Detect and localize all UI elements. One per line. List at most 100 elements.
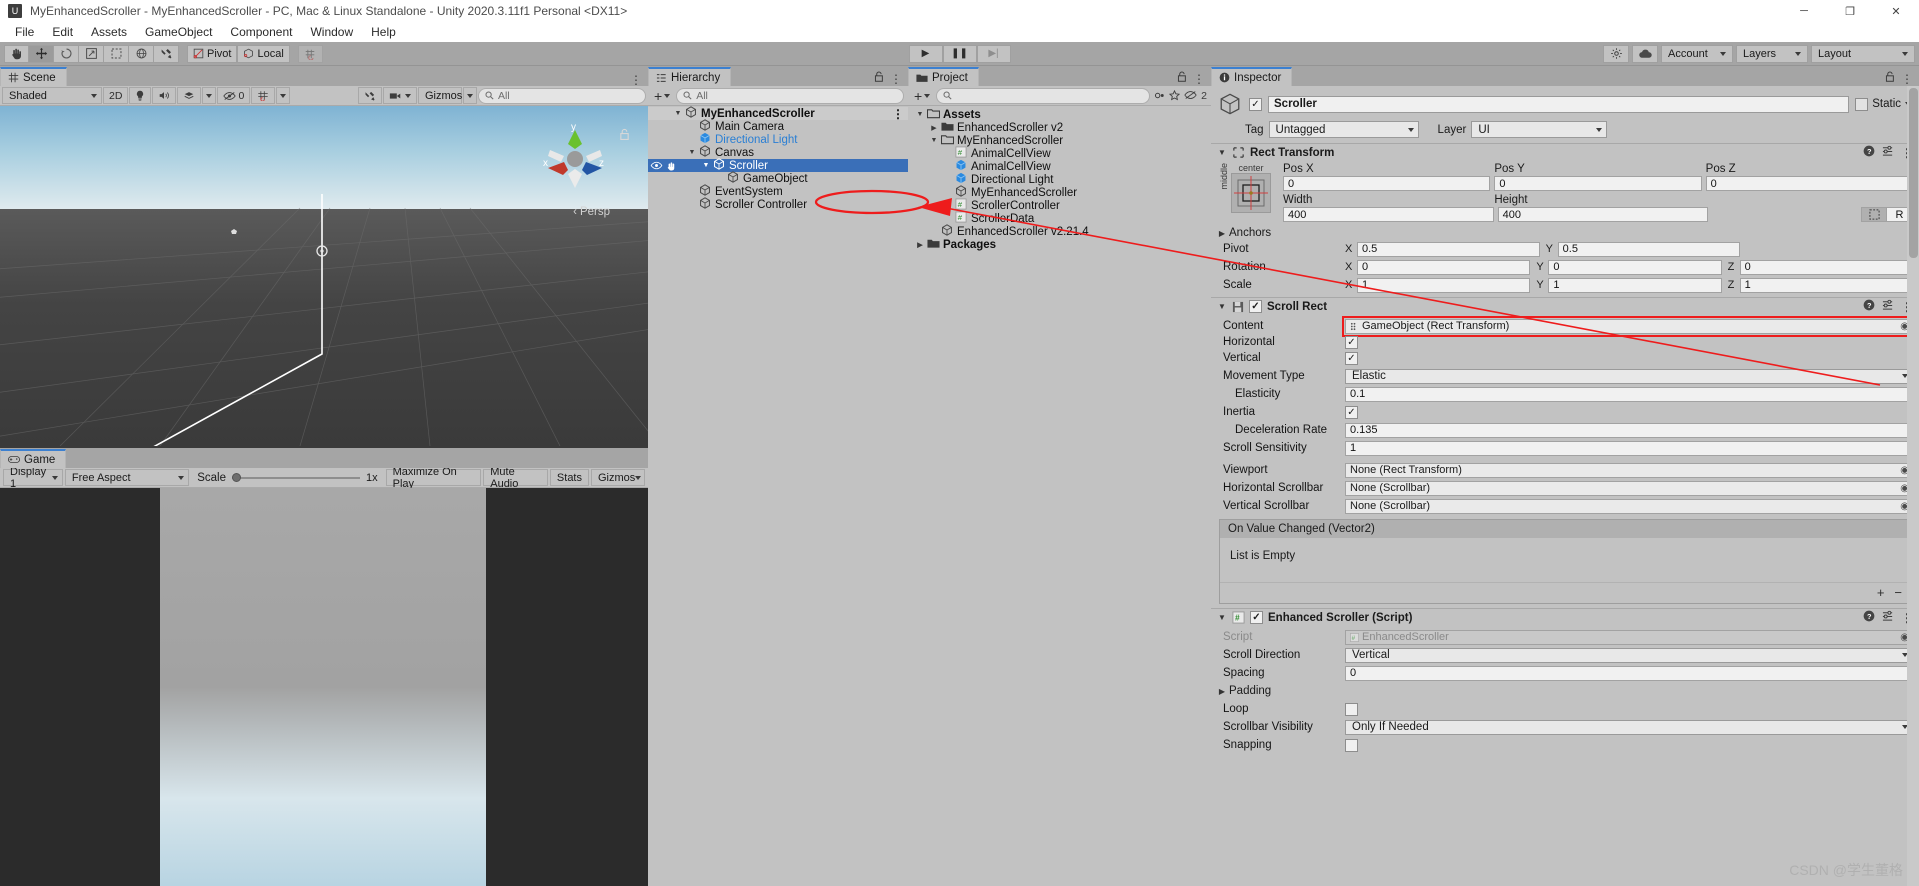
game-viewport[interactable] (0, 488, 648, 886)
create-gameobject-button[interactable]: + (652, 88, 672, 104)
static-checkbox[interactable] (1855, 97, 1869, 111)
lighting-icon[interactable] (129, 87, 152, 104)
rotate-tool-button[interactable] (54, 44, 79, 63)
foldout-arrow-icon[interactable]: ▼ (1217, 148, 1227, 157)
lock-icon[interactable] (1177, 71, 1187, 86)
object-enabled-checkbox[interactable]: ✓ (1249, 97, 1262, 111)
mute-audio-button[interactable]: Mute Audio (483, 466, 548, 490)
foldout-arrow-icon[interactable]: ▶ (1217, 687, 1227, 696)
grid-visibility-icon[interactable] (251, 87, 276, 104)
scroll-rect-enabled-checkbox[interactable]: ✓ (1249, 300, 1262, 313)
scroll-rect-header[interactable]: ▼ ✓ Scroll Rect ? ⋮ (1211, 297, 1919, 315)
scene-viewport[interactable]: y x z ‹ Persp (0, 106, 648, 448)
scale-slider[interactable] (231, 472, 360, 482)
help-icon[interactable]: ? (1863, 610, 1875, 625)
effects-icon[interactable] (177, 87, 202, 104)
project-item-enhancedscroller-v2[interactable]: ▶ EnhancedScroller v2 (908, 121, 1211, 134)
preset-icon[interactable] (1882, 299, 1894, 314)
hierarchy-item-gameobject[interactable]: GameObject (648, 171, 908, 185)
remove-listener-button[interactable]: − (1894, 585, 1902, 600)
project-search-input[interactable] (936, 87, 1151, 104)
pos-x-input[interactable]: 0 (1283, 176, 1491, 191)
close-button[interactable]: ✕ (1873, 0, 1919, 22)
scale-x-input[interactable]: 1 (1357, 277, 1531, 293)
blueprint-mode-button[interactable] (1861, 207, 1888, 222)
kebab-icon[interactable]: ⋮ (890, 73, 902, 85)
tree-expand-arrow[interactable]: ▼ (914, 111, 926, 118)
tag-dropdown[interactable]: Untagged (1268, 121, 1419, 138)
tab-scene[interactable]: Scene (0, 67, 67, 86)
services-icon[interactable] (1603, 44, 1629, 63)
create-asset-button[interactable]: + (912, 88, 932, 104)
horizontal-checkbox[interactable]: ✓ (1345, 335, 1358, 349)
aspect-dropdown[interactable]: Free Aspect (64, 469, 190, 486)
hscrollbar-object-field[interactable]: None (Scrollbar) ◉ (1345, 480, 1913, 496)
scrollbar-visibility-dropdown[interactable]: Only If Needed (1345, 719, 1913, 735)
hierarchy-item-canvas[interactable]: ▼ Canvas (648, 145, 908, 159)
play-button[interactable]: ▶ (908, 44, 943, 63)
kebab-icon[interactable]: ⋮ (1193, 73, 1205, 85)
movement-type-dropdown[interactable]: Elastic (1345, 368, 1913, 384)
lock-icon[interactable] (874, 71, 884, 86)
shading-mode-dropdown[interactable]: Shaded (2, 87, 102, 104)
maximize-button[interactable]: ❐ (1827, 0, 1873, 22)
hierarchy-item-myenhancedscroller[interactable]: ▼ MyEnhancedScroller ⋮ (648, 106, 908, 120)
effects-dropdown[interactable] (202, 87, 217, 104)
visibility-toggles[interactable] (650, 161, 677, 171)
tree-expand-arrow[interactable]: ▶ (914, 241, 926, 249)
foldout-arrow-icon[interactable]: ▶ (1217, 229, 1227, 238)
menu-assets[interactable]: Assets (82, 22, 136, 42)
hierarchy-item-directional-light[interactable]: Directional Light (648, 132, 908, 146)
hierarchy-item-scroller[interactable]: ▼ Scroller (648, 158, 908, 172)
tab-project[interactable]: Project (908, 67, 979, 86)
scene-lock-icon[interactable] (619, 128, 630, 144)
toggle-2d-button[interactable]: 2D (103, 87, 129, 104)
audio-icon[interactable] (152, 87, 177, 104)
hierarchy-item-scroller-controller[interactable]: Scroller Controller (648, 197, 908, 211)
foldout-arrow-icon[interactable]: ▼ (1217, 302, 1227, 311)
hierarchy-item-main-camera[interactable]: Main Camera (648, 119, 908, 133)
inspector-scroll-thumb[interactable] (1909, 88, 1918, 258)
preset-icon[interactable] (1882, 610, 1894, 625)
project-tree[interactable]: ▼ Assets ▶ EnhancedScroller v2 ▼ MyEnhancedSc… (908, 106, 1211, 886)
add-listener-button[interactable]: + (1877, 585, 1885, 600)
project-view-options[interactable]: 2 (1154, 90, 1207, 102)
component-tools-icon[interactable] (358, 87, 382, 104)
scale-y-input[interactable]: 1 (1548, 277, 1722, 293)
help-icon[interactable]: ? (1863, 145, 1875, 160)
tree-expand-arrow[interactable]: ▶ (928, 124, 940, 132)
spacing-input[interactable]: 0 (1345, 665, 1913, 681)
inspector-scrollbar[interactable] (1907, 86, 1919, 886)
menu-gameobject[interactable]: GameObject (136, 22, 221, 42)
anchors-foldout-row[interactable]: ▶ Anchors (1211, 225, 1919, 241)
account-dropdown[interactable]: Account (1661, 44, 1733, 63)
project-item-enhancedscroller-v2-21-4[interactable]: EnhancedScroller v2.21.4 (908, 224, 1211, 238)
scale-z-input[interactable]: 1 (1739, 277, 1913, 293)
scale-slider-group[interactable]: Scale 1x (191, 472, 383, 484)
object-name-input[interactable]: Scroller (1268, 95, 1850, 113)
hierarchy-item-eventsystem[interactable]: EventSystem (648, 184, 908, 198)
kebab-icon[interactable]: ⋮ (630, 74, 642, 86)
inertia-checkbox[interactable]: ✓ (1345, 405, 1358, 419)
rect-tool-button[interactable] (104, 44, 129, 63)
minimize-button[interactable]: ─ (1781, 0, 1827, 22)
elasticity-input[interactable]: 0.1 (1345, 386, 1913, 402)
transform-tool-button[interactable] (129, 44, 154, 63)
rect-transform-header[interactable]: ▼ Rect Transform ? ⋮ (1211, 143, 1919, 161)
tab-inspector[interactable]: Inspector (1211, 67, 1293, 86)
grid-dropdown[interactable] (276, 87, 291, 104)
pause-button[interactable]: ❚❚ (942, 44, 977, 63)
content-object-field[interactable]: GameObject (Rect Transform) ◉ (1342, 315, 1916, 337)
kebab-icon[interactable]: ⋮ (892, 108, 904, 120)
layers-dropdown[interactable]: Layers (1736, 44, 1808, 63)
layout-dropdown[interactable]: Layout (1811, 44, 1915, 63)
game-gizmos-dropdown[interactable]: Gizmos (591, 469, 645, 486)
foldout-arrow-icon[interactable]: ▼ (1217, 613, 1227, 622)
tab-game[interactable]: Game (0, 449, 67, 468)
scale-slider-knob[interactable] (231, 472, 241, 482)
gizmos-caret[interactable] (463, 87, 477, 104)
tree-expand-arrow[interactable]: ▼ (700, 162, 712, 169)
padding-foldout-row[interactable]: ▶ Padding (1211, 683, 1919, 699)
menu-component[interactable]: Component (221, 22, 301, 42)
hierarchy-search-input[interactable]: All (676, 87, 904, 104)
